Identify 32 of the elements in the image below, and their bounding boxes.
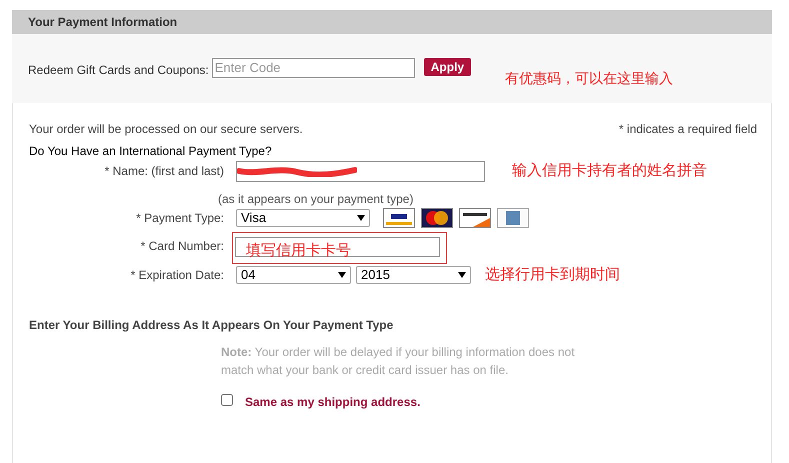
- gift-label: Redeem Gift Cards and Coupons:: [28, 62, 209, 78]
- section-question: Do You Have an International Payment Type?: [29, 143, 272, 160]
- panel-title: Your Payment Information: [12, 10, 772, 34]
- annotation-text: 选择行用卡到期时间: [485, 264, 620, 284]
- card-number-field[interactable]: [235, 236, 440, 256]
- annotation-text: 有优惠码，可以在这里输入: [505, 69, 674, 88]
- caret-icon: [458, 272, 466, 278]
- payment-card-icon: [383, 208, 415, 228]
- field-label: * Payment Type:: [136, 210, 224, 224]
- billing-note: Note: Your order will be delayed if your billing information does not match what your bank or credit card issuer has on file.: [221, 344, 576, 379]
- payment-card-icon: [421, 208, 453, 228]
- code-field[interactable]: Enter Code: [212, 58, 415, 78]
- secure-note: Your order will be processed on our secure servers.: [29, 121, 303, 138]
- annotation-text: 输入信用卡持有者的姓名拼音: [512, 161, 707, 181]
- payment-card-icon: [459, 208, 491, 228]
- caret-icon: [357, 214, 365, 220]
- same-address-checkbox[interactable]: [221, 394, 233, 406]
- field-label: * Expiration Date:: [130, 268, 224, 282]
- checkbox-label: Same as my shipping address.: [245, 394, 420, 411]
- caret-icon: [338, 272, 346, 278]
- apply-button[interactable]: Apply: [424, 58, 472, 76]
- field-label: * Name: (first and last): [104, 164, 224, 178]
- name-field[interactable]: [236, 160, 485, 182]
- payment-card-icon: [497, 208, 529, 228]
- field-label: * Card Number:: [140, 238, 224, 252]
- payment-type-select[interactable]: Visa: [236, 208, 370, 226]
- year-select[interactable]: 2015: [356, 266, 471, 284]
- annotation-text: 填写信用卡卡号: [246, 240, 351, 260]
- month-select[interactable]: 04: [236, 266, 351, 284]
- field-hint: (as it appears on your payment type): [218, 190, 414, 208]
- required-note: * indicates a required field: [618, 121, 757, 138]
- section-heading: Enter Your Billing Address As It Appears On Your Payment Type: [29, 317, 394, 334]
